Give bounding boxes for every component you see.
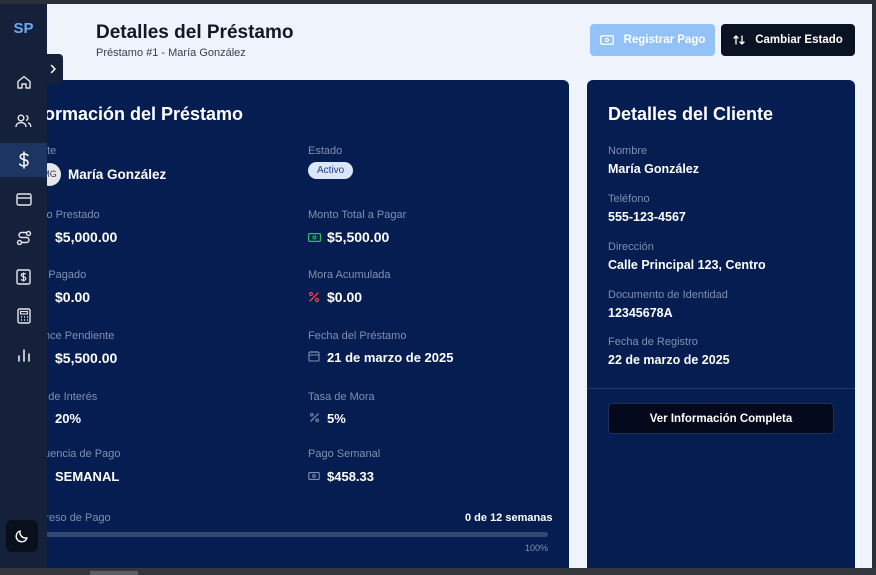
paid-value: $0.00 <box>55 289 91 305</box>
route-icon <box>16 230 31 246</box>
registered-value: 22 de marzo de 2025 <box>608 353 730 367</box>
address-value: Calle Principal 123, Centro <box>608 258 766 272</box>
sidebar-item-cash[interactable] <box>0 260 47 294</box>
sidebar-item-reports[interactable] <box>0 338 47 372</box>
users-icon <box>15 114 32 128</box>
weekly-payment-label: Pago Semanal <box>308 448 381 460</box>
late-fee-label: Mora Acumulada <box>308 269 391 281</box>
bar-chart-icon <box>17 349 30 362</box>
dollar-icon <box>18 151 29 169</box>
banknote-icon <box>308 472 320 480</box>
status-badge: Activo <box>308 162 354 179</box>
late-fee-value: $0.00 <box>327 289 363 305</box>
theme-toggle-button[interactable] <box>6 520 38 552</box>
loan-date-value: 21 de marzo de 2025 <box>327 350 454 365</box>
receipt-dollar-icon <box>16 269 31 285</box>
progress-bar <box>30 532 548 537</box>
calendar-icon <box>308 351 320 362</box>
home-icon <box>16 75 31 89</box>
banknote-icon <box>308 233 321 242</box>
page-title: Detalles del Préstamo <box>96 22 294 43</box>
sidebar-item-home[interactable] <box>0 65 47 99</box>
progress-end-label: 100% <box>525 543 549 553</box>
taskbar <box>0 568 876 575</box>
chevron-right-icon <box>50 64 56 74</box>
app-logo: SP <box>13 20 34 37</box>
loan-info-card <box>14 80 569 575</box>
address-label: Dirección <box>608 241 654 253</box>
phone-label: Teléfono <box>608 193 650 205</box>
late-rate-value: 5% <box>327 411 346 426</box>
divider <box>587 388 855 389</box>
view-full-info-button[interactable]: Ver Información Completa <box>608 403 834 434</box>
cash-icon <box>599 35 614 45</box>
register-payment-button[interactable]: Registrar Pago <box>590 24 715 56</box>
progress-text: 0 de 12 semanas <box>465 512 553 524</box>
taskbar-item <box>90 571 138 575</box>
sidebar-item-clients[interactable] <box>0 104 47 138</box>
sidebar-expand-button[interactable] <box>42 54 63 84</box>
client-name: María González <box>68 167 167 182</box>
loan-date-label: Fecha del Préstamo <box>308 330 407 342</box>
loan-card-title: Información del Préstamo <box>22 104 244 124</box>
percent-icon <box>309 412 320 423</box>
status-label: Estado <box>308 145 343 157</box>
frequency-value: SEMANAL <box>55 469 120 484</box>
sidebar-item-calculator[interactable] <box>0 299 47 333</box>
page-subtitle: Préstamo #1 - María González <box>96 47 246 59</box>
client-name-value: María González <box>608 162 699 176</box>
late-rate-label: Tasa de Mora <box>308 391 375 403</box>
phone-value: 555-123-4567 <box>608 210 686 224</box>
credit-card-icon <box>15 192 32 206</box>
change-status-button[interactable]: Cambiar Estado <box>721 24 855 56</box>
moon-icon <box>15 530 28 543</box>
total-value: $5,500.00 <box>327 229 390 245</box>
calculator-icon <box>16 308 31 324</box>
sidebar-item-loans[interactable] <box>0 143 47 177</box>
registered-label: Fecha de Registro <box>608 336 698 348</box>
id-document-value: 12345678A <box>608 306 673 320</box>
total-label: Monto Total a Pagar <box>308 209 407 221</box>
sidebar-item-routes[interactable] <box>0 221 47 255</box>
weekly-payment-value: $458.33 <box>327 469 374 484</box>
window-right-border <box>872 0 876 575</box>
interest-value: 20% <box>55 411 82 426</box>
balance-value: $5,500.00 <box>55 350 118 366</box>
change-status-label: Cambiar Estado <box>755 34 843 46</box>
register-payment-label: Registrar Pago <box>623 34 706 46</box>
client-name-label: Nombre <box>608 145 648 157</box>
percent-icon <box>308 291 320 303</box>
sidebar-item-payments[interactable] <box>0 182 47 216</box>
client-card-title: Detalles del Cliente <box>608 104 774 124</box>
swap-vertical-icon <box>733 34 745 46</box>
sidebar: SP <box>0 4 47 568</box>
amount-value: $5,000.00 <box>55 229 118 245</box>
id-document-label: Documento de Identidad <box>608 289 728 301</box>
